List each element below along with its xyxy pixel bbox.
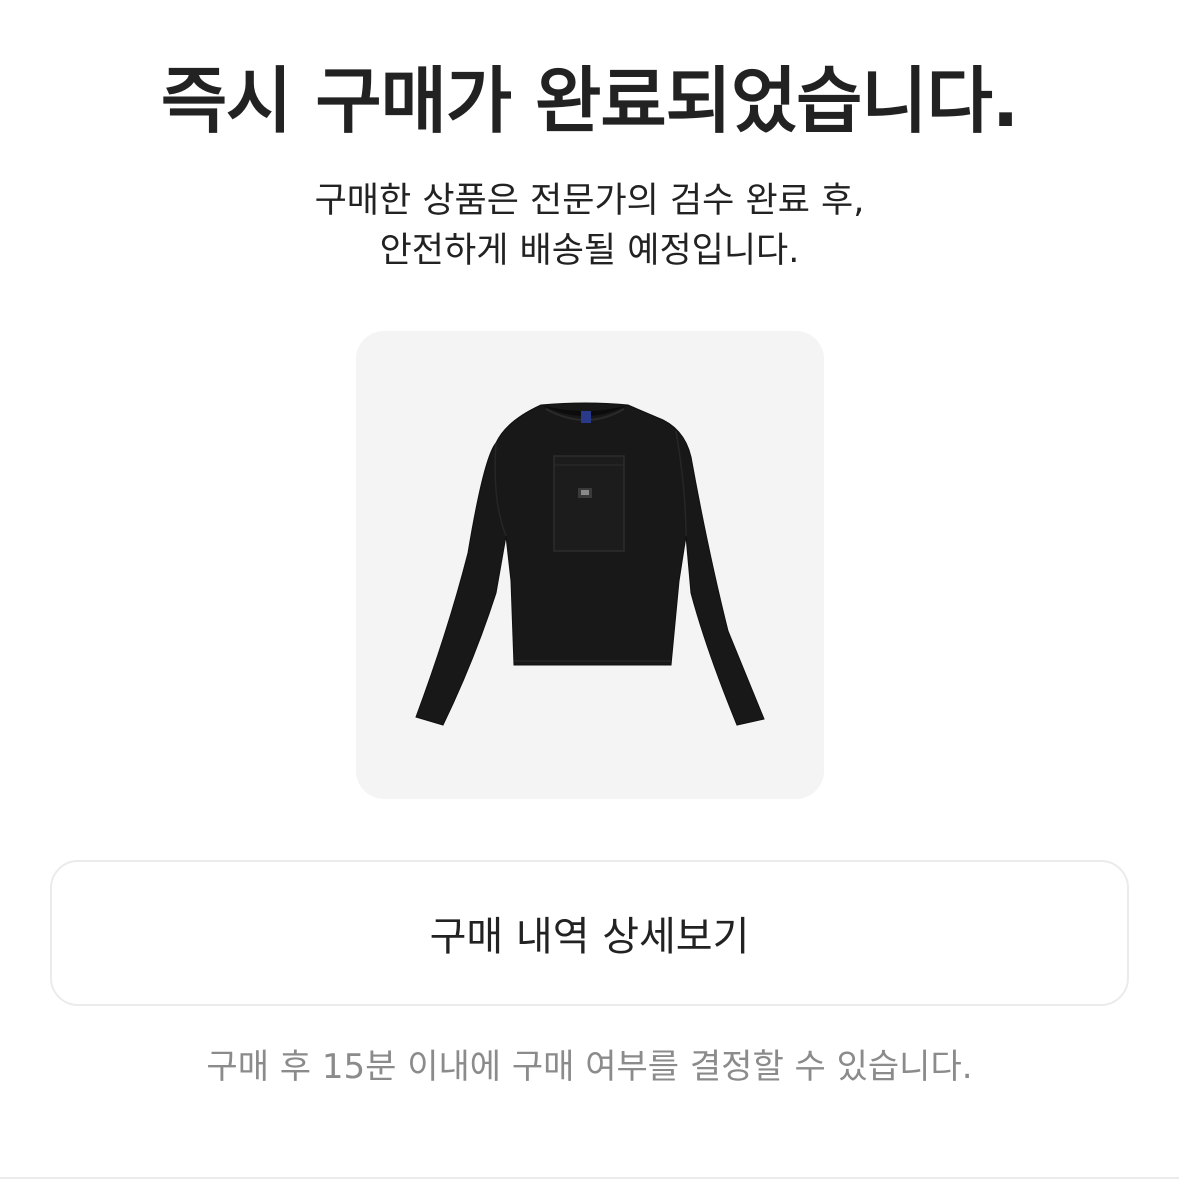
shirt-pocket <box>553 455 625 552</box>
subtitle-line-1: 구매한 상품은 전문가의 검수 완료 후, <box>314 181 865 221</box>
decision-notice: 구매 후 15분 이내에 구매 여부를 결정할 수 있습니다. <box>206 1047 973 1087</box>
product-image-card <box>356 331 824 799</box>
purchase-subtitle: 구매한 상품은 전문가의 검수 완료 후, 안전하게 배송될 예정입니다. <box>0 176 1179 276</box>
subtitle-line-2: 안전하게 배송될 예정입니다. <box>379 231 800 271</box>
product-image <box>415 402 765 726</box>
purchase-detail-button-label: 구매 내역 상세보기 <box>429 914 750 960</box>
shirt-body <box>415 402 765 726</box>
neck-tag <box>581 411 591 423</box>
purchase-detail-button[interactable]: 구매 내역 상세보기 <box>50 860 1129 1006</box>
page-title: 즉시 구매가 완료되었습니다. <box>160 59 1019 143</box>
